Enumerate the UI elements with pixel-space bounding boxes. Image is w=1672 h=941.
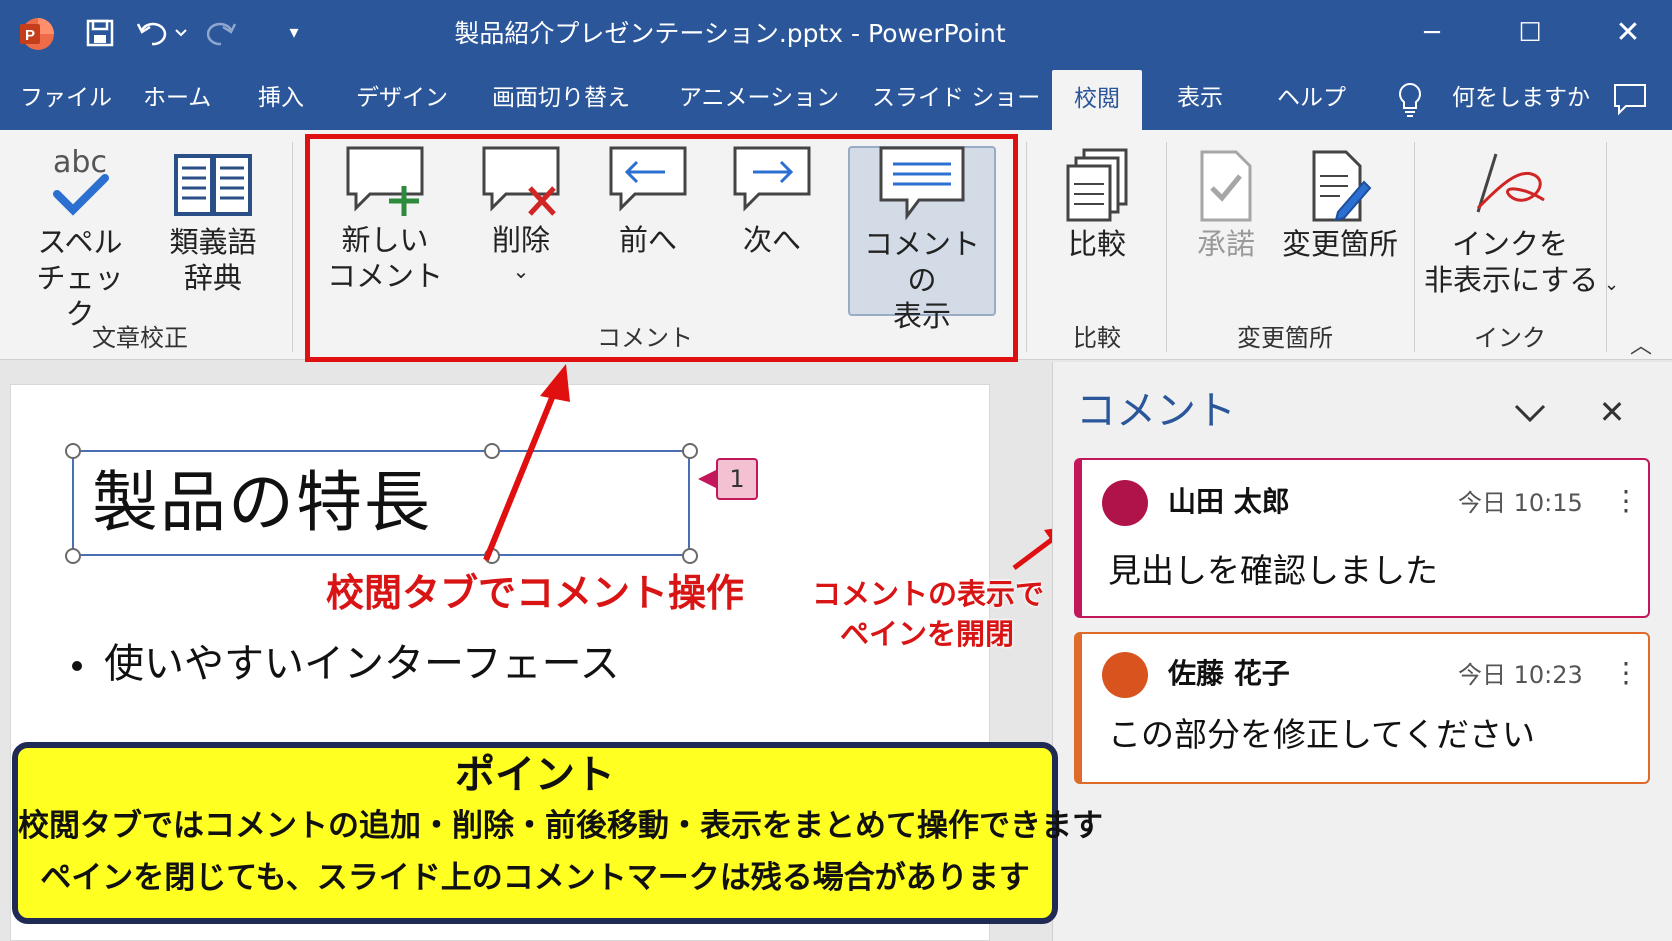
tab-help[interactable]: ヘルプ (1277, 78, 1346, 118)
pane-annotation-line-1: コメントの表示で (812, 577, 1045, 611)
point-callout: ポイント 校閲タブではコメントの追加・削除・前後移動・表示をまとめて操作できます… (12, 742, 1103, 924)
book-icon (174, 154, 252, 216)
review-tab-annotation: 校閲タブでコメント操作 (326, 571, 745, 615)
changes-button[interactable]: 変更箇所 (1280, 146, 1400, 262)
close-pane-icon[interactable]: ✕ (1590, 390, 1634, 434)
close-icon[interactable]: ✕ (1604, 10, 1652, 56)
ink-icon (1476, 153, 1545, 213)
comment-text: 見出しを確認しました (1108, 551, 1438, 590)
spelling-label-1: スペル (37, 225, 123, 259)
save-icon[interactable] (82, 14, 118, 52)
svg-text:P: P (25, 27, 35, 44)
group-separator (1606, 142, 1607, 352)
changes-pane-icon (1312, 150, 1372, 222)
thesaurus-label-2: 辞典 (183, 261, 242, 295)
avatar (1102, 652, 1148, 698)
accept-label: 承諾 (1196, 227, 1255, 261)
tab-design[interactable]: デザイン (356, 78, 448, 118)
resize-handle[interactable] (682, 548, 698, 564)
hide-ink-label-1: インクを (1451, 227, 1568, 261)
accept-button[interactable]: 承諾 (1186, 146, 1266, 262)
pane-options-chevron-icon[interactable] (1508, 390, 1552, 434)
tab-file[interactable]: ファイル (20, 78, 112, 118)
tab-view[interactable]: 表示 (1177, 78, 1223, 118)
comments-pane-title: コメント (1076, 388, 1236, 434)
resize-handle[interactable] (484, 548, 500, 564)
comment-group-highlight (305, 134, 1018, 362)
resize-handle[interactable] (484, 443, 500, 459)
more-options-icon[interactable]: ⋮ (1612, 482, 1640, 520)
chevron-down-icon: ⌄ (1598, 274, 1620, 295)
thesaurus-button[interactable]: 類義語 辞典 (160, 142, 266, 296)
hide-ink-button[interactable]: インクを 非表示にする ⌄ (1424, 146, 1619, 303)
bullet-text: 使いやすいインターフェース (104, 641, 620, 687)
lightbulb-icon[interactable] (1395, 80, 1425, 120)
bullet-dot-icon (72, 661, 82, 671)
slide-bullet[interactable]: 使いやすいインターフェース (72, 636, 620, 692)
point-line: ペインを閉じても、スライド上のコメントマークは残る場合があります (40, 860, 1030, 896)
window-title: 製品紹介プレゼンテーション.pptx - PowerPoint (454, 19, 1006, 48)
group-separator (1026, 142, 1027, 352)
comment-author: 山田 太郎 (1168, 485, 1290, 518)
compare-group-label: 比較 (1073, 324, 1121, 352)
tab-transitions[interactable]: 画面切り替え (492, 78, 630, 118)
comment-marker[interactable]: 1 (716, 458, 758, 500)
tab-insert[interactable]: 挿入 (258, 78, 304, 118)
compare-icon (1066, 148, 1128, 222)
proofing-group-label: 文章校正 (92, 324, 188, 352)
comment-card[interactable]: 山田 太郎 今日 10:15 ⋮ 見出しを確認しました (1074, 458, 1650, 618)
resize-handle[interactable] (65, 548, 81, 564)
avatar (1102, 480, 1148, 526)
tell-me-search[interactable]: 何をしますか (1452, 78, 1590, 118)
changes-label: 変更箇所 (1281, 227, 1398, 261)
point-line: 校閲タブではコメントの追加・削除・前後移動・表示をまとめて操作できます (18, 808, 1103, 844)
ribbon-tabs: ファイル ホーム 挿入 デザイン 画面切り替え アニメーション スライド ショー… (0, 66, 1672, 130)
hide-ink-label-2-row: 非表示にする ⌄ (1424, 262, 1619, 303)
title-bar: P ▾ 製品紹介プレゼンテーション.pptx - PowerPoint ─ ☐ … (0, 0, 1672, 66)
comments-icon[interactable] (1612, 82, 1648, 116)
comment-card[interactable]: 佐藤 花子 今日 10:23 ⋮ この部分を修正してください (1074, 632, 1650, 784)
svg-text:abc: abc (53, 145, 107, 180)
comment-author: 佐藤 花子 (1168, 657, 1290, 690)
pane-annotation-line-2: ペインを開閉 (839, 617, 1014, 651)
comment-time: 今日 10:23 (1458, 661, 1583, 689)
comment-marker-tail (698, 470, 716, 488)
accept-icon (1200, 150, 1252, 222)
changes-group-label: 変更箇所 (1237, 324, 1333, 352)
spelling-check-icon: abc (53, 145, 109, 216)
compare-label: 比較 (1067, 227, 1126, 261)
undo-icon[interactable] (134, 14, 190, 52)
thesaurus-label-1: 類義語 (169, 225, 257, 259)
redo-icon[interactable] (204, 14, 240, 52)
tab-home[interactable]: ホーム (143, 78, 211, 118)
customize-quick-access-icon[interactable]: ▾ (276, 14, 312, 52)
maximize-icon[interactable]: ☐ (1506, 10, 1554, 56)
resize-handle[interactable] (682, 443, 698, 459)
point-title: ポイント (455, 752, 615, 798)
slide-title[interactable]: 製品の特長 (92, 458, 432, 548)
group-separator (1414, 142, 1415, 352)
tab-animations[interactable]: アニメーション (679, 78, 839, 118)
powerpoint-logo-icon: P (20, 18, 54, 50)
comment-time: 今日 10:15 (1458, 489, 1583, 517)
tab-slideshow[interactable]: スライド ショー (872, 78, 1040, 118)
group-separator (292, 142, 293, 352)
ink-group-label: インク (1474, 324, 1546, 352)
pane-annotation: コメントの表示で ペインを開閉 (812, 574, 1045, 654)
collapse-ribbon-icon[interactable]: ︿ (1630, 328, 1652, 360)
minimize-icon[interactable]: ─ (1408, 10, 1456, 56)
resize-handle[interactable] (65, 443, 81, 459)
comment-text: この部分を修正してください (1108, 715, 1536, 754)
tab-review[interactable]: 校閲 (1052, 70, 1142, 130)
spelling-button[interactable]: abc スペル チェック (28, 142, 132, 332)
more-options-icon[interactable]: ⋮ (1612, 654, 1640, 692)
group-separator (1166, 142, 1167, 352)
hide-ink-label-2: 非表示にする (1424, 263, 1599, 297)
compare-button[interactable]: 比較 (1052, 146, 1142, 262)
